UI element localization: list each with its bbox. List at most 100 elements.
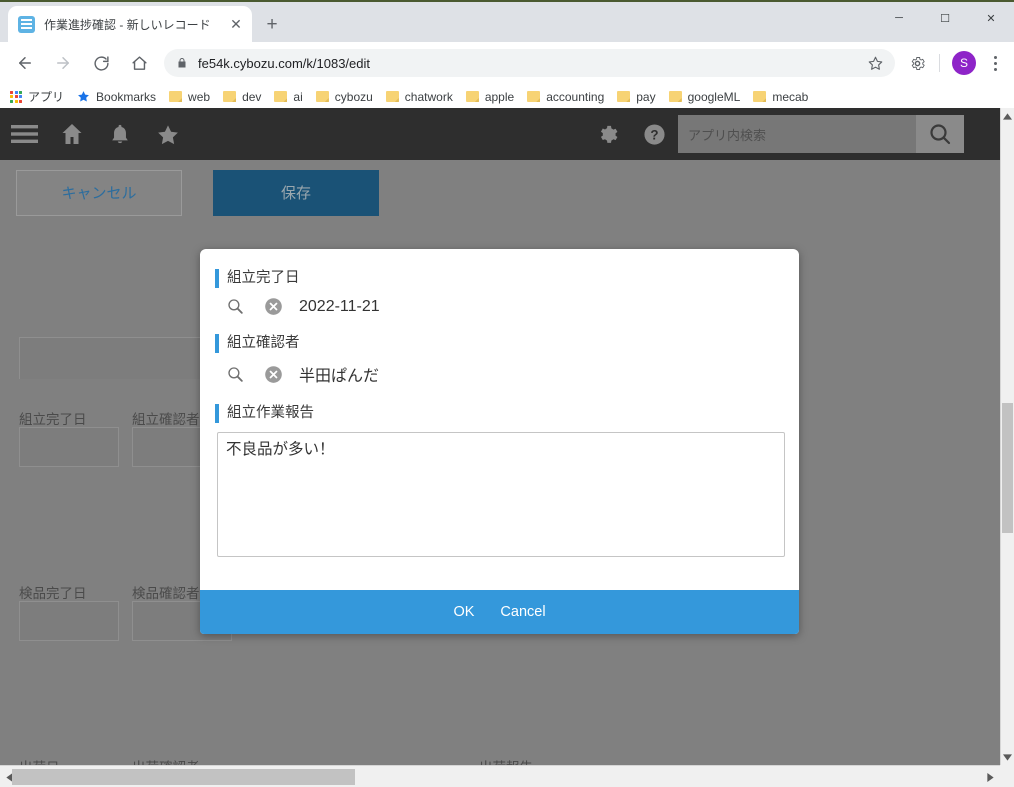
browser-titlebar: 作業進捗確認 - 新しいレコード ✕ + ─ ☐ ✕ — [0, 2, 1014, 42]
bookmark-label: accounting — [546, 90, 604, 104]
dialog-value-assembly-checker: 半田ぱんだ — [299, 362, 379, 386]
new-tab-button[interactable]: + — [258, 11, 286, 39]
star-icon[interactable] — [868, 56, 883, 71]
form-label-shipping-checker: 出荷確認者 — [132, 756, 200, 765]
assembly-dialog: 組立完了日 2022-11-21 組立確認者 — [200, 249, 799, 634]
bookmark-cybozu[interactable]: cybozu — [316, 90, 373, 104]
bookmark-apple[interactable]: apple — [466, 90, 514, 104]
form-label-assembly-date: 組立完了日 — [19, 408, 87, 428]
folder-icon — [316, 91, 329, 102]
form-input-inspection-date[interactable] — [19, 601, 119, 641]
avatar[interactable]: S — [952, 51, 976, 75]
gear-extension-icon[interactable] — [903, 49, 931, 77]
dialog-label-assembly-report: 組立作業報告 — [215, 404, 781, 423]
kintone-header: ? アプリ内検索 — [0, 108, 1000, 160]
bookmark-web[interactable]: web — [169, 90, 210, 104]
scrollbar-corner — [1000, 765, 1014, 787]
apps-grid-icon — [10, 91, 22, 103]
toolbar-divider — [939, 54, 940, 72]
window-close-icon[interactable]: ✕ — [968, 2, 1014, 34]
form-label-assembly-checker: 組立確認者 — [132, 408, 200, 428]
clear-circle-icon[interactable] — [264, 297, 283, 316]
bookmark-accounting[interactable]: accounting — [527, 90, 604, 104]
vertical-scrollbar-thumb[interactable] — [1002, 403, 1013, 533]
bookmark-label: ai — [293, 90, 302, 104]
scroll-down-arrow-icon[interactable] — [1001, 749, 1014, 765]
hamburger-menu-icon[interactable] — [0, 108, 48, 160]
form-input-assembly-date[interactable] — [19, 427, 119, 467]
search-icon[interactable] — [226, 297, 245, 316]
bookmark-label: apple — [485, 90, 514, 104]
folder-icon — [274, 91, 287, 102]
folder-icon — [223, 91, 236, 102]
bookmark-apps[interactable]: アプリ — [10, 88, 64, 105]
star-icon[interactable] — [144, 108, 192, 160]
form-label-shipping-report: 出荷報告 — [479, 756, 533, 765]
folder-icon — [527, 91, 540, 102]
bookmark-label: アプリ — [28, 88, 64, 105]
folder-icon — [386, 91, 399, 102]
star-icon — [77, 90, 90, 103]
address-bar[interactable]: fe54k.cybozu.com/k/1083/edit — [164, 49, 895, 77]
bookmark-label: Bookmarks — [96, 90, 156, 104]
bookmark-pay[interactable]: pay — [617, 90, 655, 104]
dialog-value-assembly-date: 2022-11-21 — [299, 298, 380, 316]
cancel-button[interactable]: キャンセル — [16, 170, 182, 216]
save-button[interactable]: 保存 — [213, 170, 379, 216]
tab-title: 作業進捗確認 - 新しいレコード — [44, 16, 226, 33]
folder-icon — [169, 91, 182, 102]
maximize-icon[interactable]: ☐ — [922, 2, 968, 34]
bookmark-label: mecab — [772, 90, 808, 104]
form-label-shipping-date: 出荷日 — [19, 756, 60, 765]
bookmark-googleml[interactable]: googleML — [669, 90, 741, 104]
kintone-search-input[interactable]: アプリ内検索 — [678, 115, 916, 153]
form-label-inspection-date: 検品完了日 — [19, 582, 87, 602]
dialog-footer: OK Cancel — [200, 590, 799, 634]
horizontal-scrollbar-thumb[interactable] — [12, 769, 355, 785]
bookmark-label: googleML — [688, 90, 741, 104]
help-icon[interactable]: ? — [630, 108, 678, 160]
dialog-ok-button[interactable]: OK — [453, 604, 474, 620]
browser-toolbar: fe54k.cybozu.com/k/1083/edit S — [0, 42, 1014, 84]
back-arrow-icon[interactable] — [8, 46, 42, 80]
minimize-icon[interactable]: ─ — [876, 2, 922, 34]
reload-icon[interactable] — [84, 46, 118, 80]
bookmark-label: dev — [242, 90, 261, 104]
kintone-icon — [18, 16, 35, 33]
close-icon[interactable]: ✕ — [226, 14, 246, 34]
bookmark-dev[interactable]: dev — [223, 90, 261, 104]
browser-tab[interactable]: 作業進捗確認 - 新しいレコード ✕ — [8, 6, 252, 42]
bookmark-ai[interactable]: ai — [274, 90, 302, 104]
three-dot-menu-icon[interactable] — [982, 56, 1008, 71]
svg-text:?: ? — [650, 127, 658, 142]
horizontal-scrollbar[interactable] — [0, 765, 1014, 787]
dialog-textarea-assembly-report[interactable] — [217, 432, 785, 557]
header-right-spacer — [964, 108, 1000, 160]
dialog-cancel-button[interactable]: Cancel — [500, 604, 545, 620]
bookmark-chatwork[interactable]: chatwork — [386, 90, 453, 104]
url-text: fe54k.cybozu.com/k/1083/edit — [198, 56, 862, 71]
bookmark-mecab[interactable]: mecab — [753, 90, 808, 104]
record-toolbar: キャンセル 保存 — [0, 160, 1000, 225]
gear-icon[interactable] — [582, 108, 630, 160]
home-icon[interactable] — [48, 108, 96, 160]
bookmark-bookmarks[interactable]: Bookmarks — [77, 90, 156, 104]
folder-icon — [466, 91, 479, 102]
bookmark-label: pay — [636, 90, 655, 104]
bell-icon[interactable] — [96, 108, 144, 160]
home-icon[interactable] — [122, 46, 156, 80]
folder-icon — [753, 91, 766, 102]
vertical-scrollbar[interactable] — [1000, 108, 1014, 765]
kintone-search-placeholder: アプリ内検索 — [688, 125, 766, 144]
form-label-inspection-checker: 検品確認者 — [132, 582, 200, 602]
lock-icon — [176, 57, 188, 69]
forward-arrow-icon[interactable] — [46, 46, 80, 80]
clear-circle-icon[interactable] — [264, 365, 283, 384]
scroll-up-arrow-icon[interactable] — [1001, 108, 1014, 124]
bookmark-label: web — [188, 90, 210, 104]
dialog-body: 組立完了日 2022-11-21 組立確認者 — [200, 249, 799, 571]
scroll-right-arrow-icon[interactable] — [982, 769, 998, 785]
search-icon[interactable] — [916, 115, 964, 153]
search-icon[interactable] — [226, 365, 245, 384]
screenshot-root: 作業進捗確認 - 新しいレコード ✕ + ─ ☐ ✕ — [0, 0, 1014, 787]
